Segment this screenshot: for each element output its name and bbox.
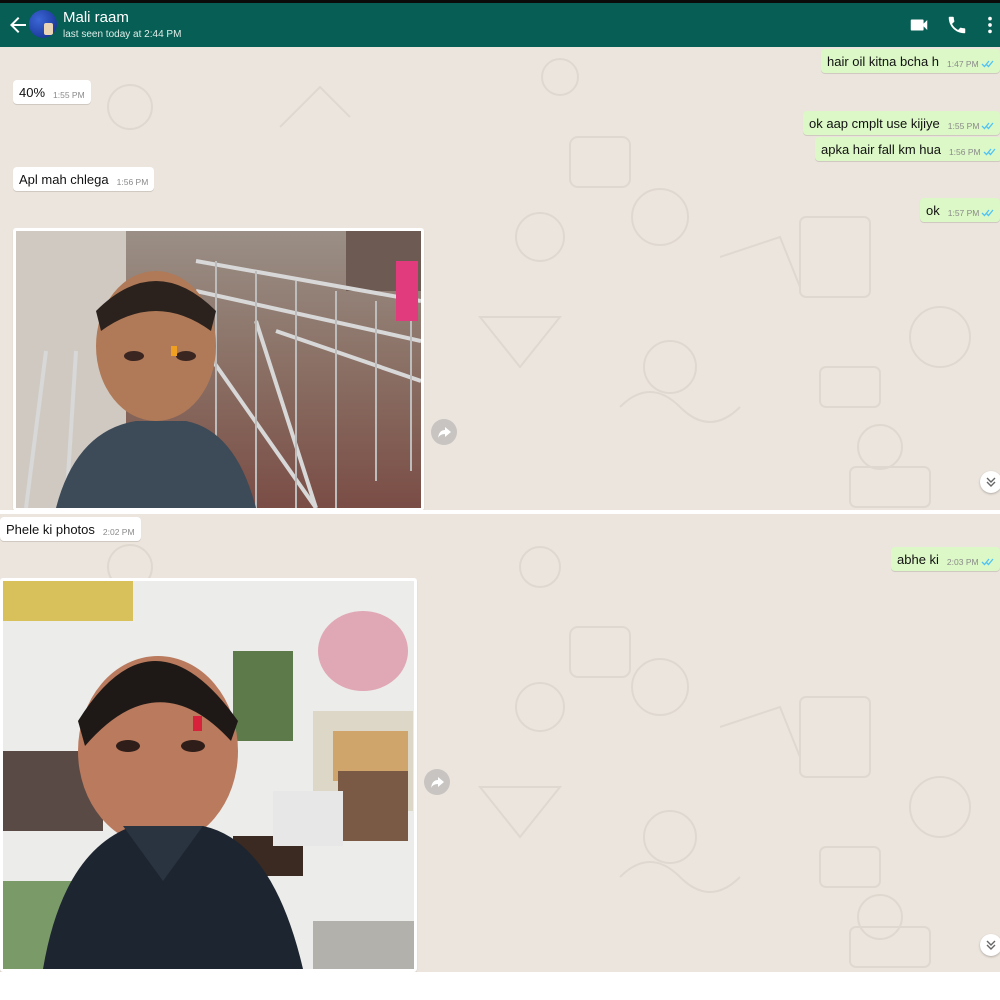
avatar[interactable] (29, 10, 57, 38)
message-incoming[interactable]: Apl mah chlega 1:56 PM (13, 167, 155, 191)
message-text: hair oil kitna bcha h (827, 53, 940, 69)
voice-call-icon[interactable] (946, 14, 968, 36)
message-text: ok (926, 202, 940, 218)
contact-name[interactable]: Mali raam (63, 9, 129, 26)
read-ticks-icon (983, 148, 996, 155)
read-ticks-icon (981, 60, 994, 67)
message-time: 1:47 PM (947, 58, 979, 69)
message-time: 1:56 PM (116, 176, 149, 187)
forward-icon (438, 427, 451, 438)
message-outgoing[interactable]: abhe ki 2:03 PM (891, 547, 1000, 571)
read-ticks-icon (981, 209, 994, 216)
message-outgoing[interactable]: apka hair fall km hua 1:56 PM (815, 137, 1000, 161)
avatar-face (44, 23, 53, 35)
photo-temple-selfie (16, 231, 421, 508)
message-text: ok aap cmplt use kijiye (809, 115, 940, 131)
forward-icon (431, 777, 444, 788)
forward-button[interactable] (424, 769, 450, 795)
video-call-icon[interactable] (908, 14, 930, 36)
screenshot-separator (0, 510, 1000, 514)
menu-more-icon[interactable] (980, 14, 1000, 36)
photo-shop-selfie (3, 581, 414, 969)
message-text: Apl mah chlega (19, 171, 109, 187)
message-text: abhe ki (897, 551, 939, 567)
photo-message-1[interactable] (13, 228, 424, 511)
scroll-down-button[interactable] (980, 471, 1000, 493)
chat-screen: Mali raam last seen today at 2:44 PM hai… (0, 0, 1000, 1000)
double-chevron-down-icon (986, 477, 996, 487)
message-time: 2:03 PM (946, 556, 979, 567)
message-text: 40% (19, 84, 46, 100)
message-outgoing[interactable]: hair oil kitna bcha h 1:47 PM (821, 49, 1000, 73)
message-outgoing[interactable]: ok aap cmplt use kijiye 1:55 PM (803, 111, 1000, 135)
message-incoming[interactable]: Phele ki photos 2:02 PM (0, 517, 141, 541)
photo-message-2[interactable] (0, 578, 417, 972)
message-text: Phele ki photos (6, 521, 95, 537)
message-time: 1:57 PM (947, 207, 980, 218)
double-chevron-down-icon (986, 940, 996, 950)
message-text: apka hair fall km hua (821, 141, 941, 157)
read-ticks-icon (981, 122, 994, 129)
chat-header: Mali raam last seen today at 2:44 PM (0, 3, 1000, 47)
message-time: 1:55 PM (947, 120, 980, 131)
message-time: 1:55 PM (53, 89, 85, 100)
read-ticks-icon (981, 558, 994, 565)
message-outgoing[interactable]: ok 1:57 PM (920, 198, 1000, 222)
scroll-down-button[interactable] (980, 934, 1000, 956)
message-incoming[interactable]: 40% 1:55 PM (13, 80, 91, 104)
bottom-margin (0, 972, 1000, 1000)
last-seen-status: last seen today at 2:44 PM (63, 29, 182, 40)
forward-button[interactable] (431, 419, 457, 445)
message-time: 2:02 PM (102, 526, 135, 537)
message-time: 1:56 PM (948, 146, 981, 157)
back-arrow-icon[interactable] (6, 13, 30, 37)
